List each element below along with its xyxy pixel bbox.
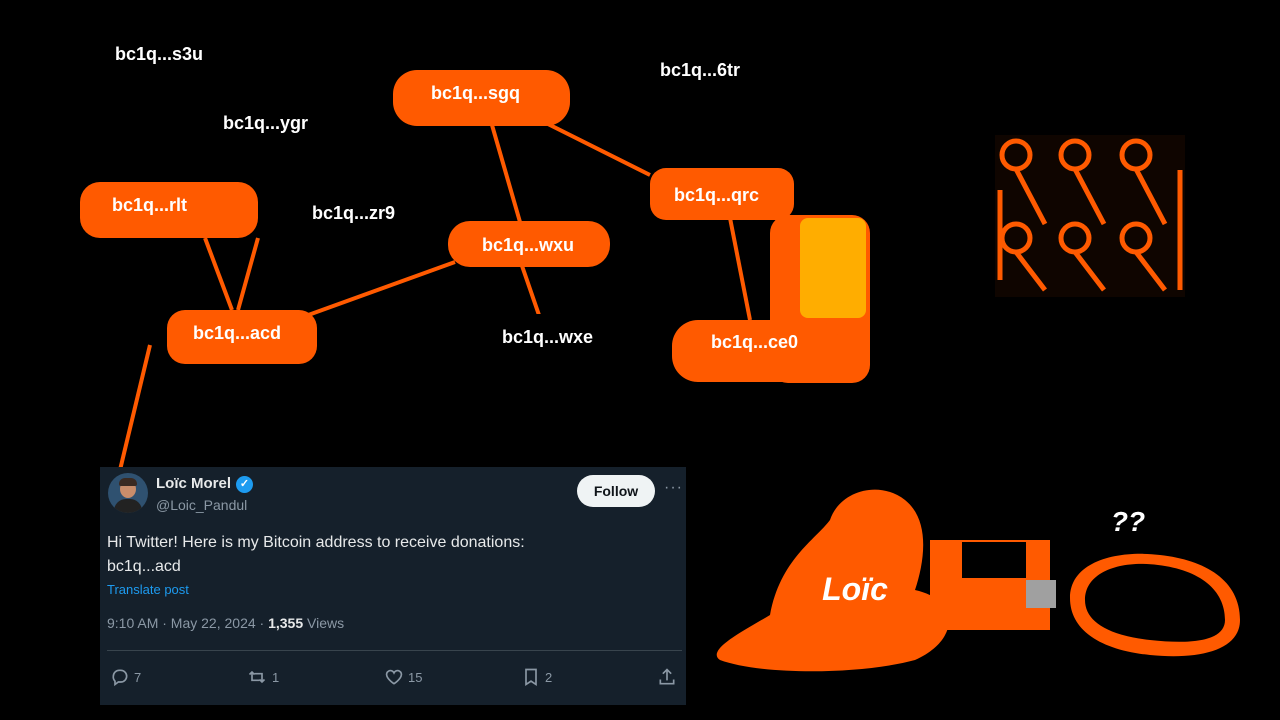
verified-badge-icon: ✓ [236, 476, 253, 493]
node-qrc-label: bc1q...qrc [674, 185, 759, 205]
tweet-card: Loïc Morel ✓ @Loic_Pandul Follow ··· Hi … [100, 467, 686, 705]
reply-icon [112, 669, 128, 687]
label-zr9: bc1q...zr9 [312, 203, 395, 223]
decorative-highlight [800, 218, 866, 318]
node-sgq[interactable]: bc1q...sgq [393, 70, 570, 126]
node-rlt-label: bc1q...rlt [112, 195, 187, 215]
views-label: Views [303, 615, 345, 631]
views-count: 1,355 [268, 615, 304, 631]
tweet-meta: 9:10 AM · May 22, 2024 · 1,355 Views [107, 615, 344, 631]
tweet-text-line1: Hi Twitter! Here is my Bitcoin address t… [107, 534, 525, 551]
heart-icon [385, 669, 403, 685]
bookmark-icon [525, 668, 537, 687]
bookmark-button[interactable]: 2 [521, 667, 552, 687]
person-name: Loïc [822, 571, 888, 607]
avatar[interactable] [108, 473, 148, 513]
tweet-text: Hi Twitter! Here is my Bitcoin address t… [107, 531, 667, 579]
author-handle[interactable]: @Loic_Pandul [156, 497, 247, 513]
repost-button[interactable]: 1 [246, 667, 279, 687]
node-qrc[interactable]: bc1q...qrc [650, 168, 794, 220]
edge-wxu-wxe [518, 259, 542, 319]
reply-button[interactable]: 7 [110, 667, 141, 687]
arrow-to-unknown [930, 540, 1056, 630]
bookmark-count: 2 [545, 669, 553, 685]
node-rlt[interactable]: bc1q...rlt [80, 182, 258, 238]
repost-count: 1 [272, 669, 280, 685]
node-wxe-label: bc1q...wxe [502, 327, 593, 347]
translate-post-link[interactable]: Translate post [107, 582, 189, 597]
edge-qrc-ce0 [728, 217, 752, 321]
tweet-timestamp[interactable]: 9:10 AM · May 22, 2024 · [107, 615, 268, 631]
node-ce0[interactable]: bc1q...ce0 [672, 320, 840, 382]
node-sgq-label: bc1q...sgq [431, 83, 520, 103]
node-wxe[interactable]: bc1q...wxe [480, 314, 648, 360]
reply-count: 7 [134, 669, 142, 685]
edge-acd-wxu [299, 260, 456, 320]
edge-rlt-acd-2 [236, 237, 260, 311]
edge-sgq-wxu [490, 124, 522, 223]
node-wxu[interactable]: bc1q...wxu [448, 221, 610, 267]
share-button[interactable] [657, 667, 677, 687]
like-count: 15 [408, 669, 423, 685]
question-marks: ?? [1111, 506, 1145, 537]
node-acd-label: bc1q...acd [193, 323, 281, 343]
unknown-person: ?? [1070, 488, 1240, 657]
address-cluster-icon [995, 135, 1185, 297]
divider [107, 650, 682, 651]
share-icon [659, 668, 675, 685]
label-6tr: bc1q...6tr [660, 60, 740, 80]
node-acd[interactable]: bc1q...acd [167, 310, 317, 364]
node-ce0-label: bc1q...ce0 [711, 332, 798, 352]
node-wxu-label: bc1q...wxu [482, 235, 574, 255]
like-button[interactable]: 15 [384, 667, 422, 687]
edge-acd-tweet [118, 344, 152, 471]
tweet-text-line2: bc1q...acd [107, 558, 181, 575]
label-s3u: bc1q...s3u [115, 44, 203, 64]
follow-button[interactable]: Follow [577, 475, 655, 507]
repost-icon [248, 670, 266, 684]
person-loic: Loïc [716, 489, 949, 672]
edge-rlt-acd [203, 237, 234, 311]
author-name[interactable]: Loïc Morel [156, 475, 231, 492]
edge-sgq-qrc [539, 118, 651, 177]
label-ygr: bc1q...ygr [223, 113, 308, 133]
more-options-icon[interactable]: ··· [664, 479, 683, 497]
